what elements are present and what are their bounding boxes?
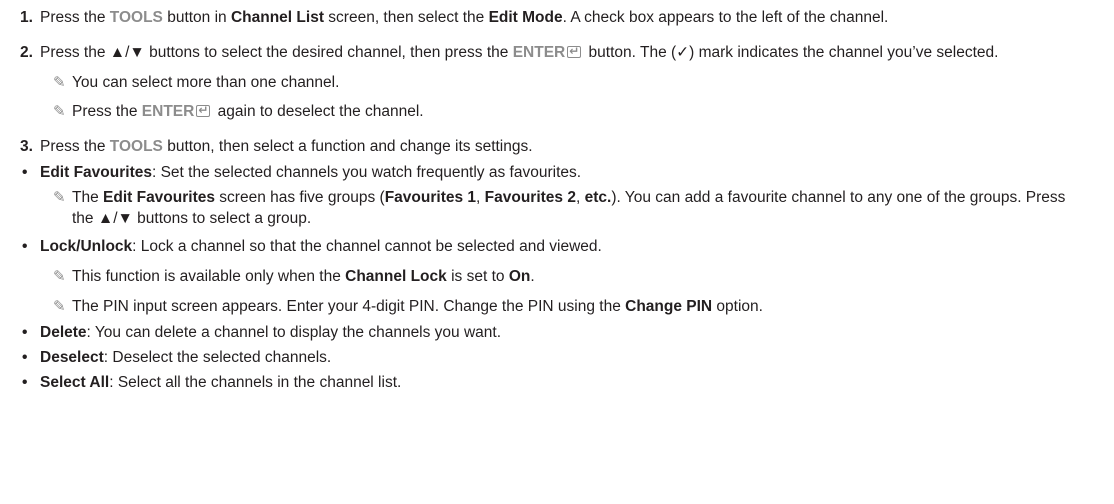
- bullet-edit-favourites: • Edit Favourites: Set the selected chan…: [0, 162, 1114, 183]
- step-2: 2. Press the ▲/▼ buttons to select the d…: [0, 41, 1114, 63]
- pencil-note-icon: ✎: [53, 74, 66, 91]
- bullet-dot: •: [22, 374, 28, 391]
- bullet-term: Deselect: [40, 349, 104, 366]
- pencil-note-icon: ✎: [53, 298, 66, 315]
- note-4: ✎ This function is available only when t…: [0, 266, 1114, 287]
- note-text: This function is available only when the: [72, 268, 346, 285]
- favourites-1-label: Favourites 1: [384, 189, 477, 206]
- note-1: ✎ You can select more than one channel.: [0, 72, 1114, 93]
- manual-page: 1. Press the TOOLS button in Channel Lis…: [0, 0, 1114, 393]
- bullet-text: : Deselect the selected channels.: [103, 349, 332, 366]
- change-pin-label: Change PIN: [625, 298, 713, 315]
- on-label: On: [508, 268, 531, 285]
- bullet-term: Lock/Unlock: [40, 238, 133, 255]
- step-number: 1.: [20, 9, 33, 26]
- step-number: 3.: [20, 138, 33, 155]
- note-text: The PIN input screen appears. Enter your…: [72, 298, 626, 315]
- tools-button-label: TOOLS: [109, 138, 163, 155]
- step-text: . A check box appears to the left of the…: [562, 9, 889, 26]
- step-text: Press the ▲/▼ buttons to select the desi…: [40, 44, 513, 61]
- bullet-deselect: • Deselect: Deselect the selected channe…: [0, 347, 1114, 368]
- bullet-text: : You can delete a channel to display th…: [86, 324, 502, 341]
- step-3: 3. Press the TOOLS button, then select a…: [0, 136, 1114, 157]
- note-text: screen has five groups (: [214, 189, 385, 206]
- enter-button-label: ENTER: [512, 44, 566, 61]
- note-text: ,: [575, 189, 585, 206]
- pencil-note-icon: ✎: [53, 268, 66, 285]
- bullet-text: : Set the selected channels you watch fr…: [151, 164, 582, 181]
- note-text: Press the: [72, 103, 142, 120]
- step-text: Press the: [40, 9, 110, 26]
- note-3: ✎ The Edit Favourites screen has five gr…: [0, 187, 1114, 229]
- step-1: 1. Press the TOOLS button in Channel Lis…: [0, 7, 1114, 28]
- bullet-delete: • Delete: You can delete a channel to di…: [0, 322, 1114, 343]
- note-text: You can select more than one channel.: [72, 74, 340, 91]
- note-text: The: [72, 189, 104, 206]
- channel-list-label: Channel List: [230, 9, 324, 26]
- step-text: button, then select a function and chang…: [162, 138, 533, 155]
- enter-button-label: ENTER: [141, 103, 195, 120]
- note-text: again to deselect the channel.: [213, 103, 424, 120]
- channel-lock-label: Channel Lock: [345, 268, 447, 285]
- favourites-2-label: Favourites 2: [484, 189, 576, 206]
- bullet-text: : Select all the channels in the channel…: [109, 374, 402, 391]
- bullet-term: Delete: [40, 324, 87, 341]
- step-text: screen, then select the: [323, 9, 489, 26]
- bullet-text: : Lock a channel so that the channel can…: [132, 238, 602, 255]
- edit-favourites-label: Edit Favourites: [103, 189, 215, 206]
- note-5: ✎ The PIN input screen appears. Enter yo…: [0, 296, 1114, 317]
- step-number: 2.: [20, 44, 33, 61]
- bullet-dot: •: [22, 349, 28, 366]
- bullet-dot: •: [22, 238, 28, 255]
- bullet-term: Select All: [40, 374, 110, 391]
- step-text: button in: [162, 9, 231, 26]
- bullet-select-all: • Select All: Select all the channels in…: [0, 372, 1114, 393]
- edit-mode-label: Edit Mode: [488, 9, 563, 26]
- etc-label: etc.: [584, 189, 612, 206]
- enter-icon: [196, 100, 211, 121]
- note-text: .: [530, 268, 535, 285]
- note-text: ,: [476, 189, 485, 206]
- pencil-note-icon: ✎: [53, 189, 66, 206]
- step-text: Press the: [40, 138, 110, 155]
- note-text: option.: [712, 298, 763, 315]
- pencil-note-icon: ✎: [53, 103, 66, 120]
- step-text: button. The (✓) mark indicates the chann…: [584, 44, 999, 61]
- tools-button-label: TOOLS: [109, 9, 163, 26]
- enter-icon: [567, 41, 582, 62]
- bullet-dot: •: [22, 324, 28, 341]
- note-2: ✎ Press the ENTER again to deselect the …: [0, 100, 1114, 122]
- bullet-dot: •: [22, 164, 28, 181]
- bullet-lock-unlock: • Lock/Unlock: Lock a channel so that th…: [0, 236, 1114, 257]
- note-text: is set to: [446, 268, 509, 285]
- bullet-term: Edit Favourites: [40, 164, 152, 181]
